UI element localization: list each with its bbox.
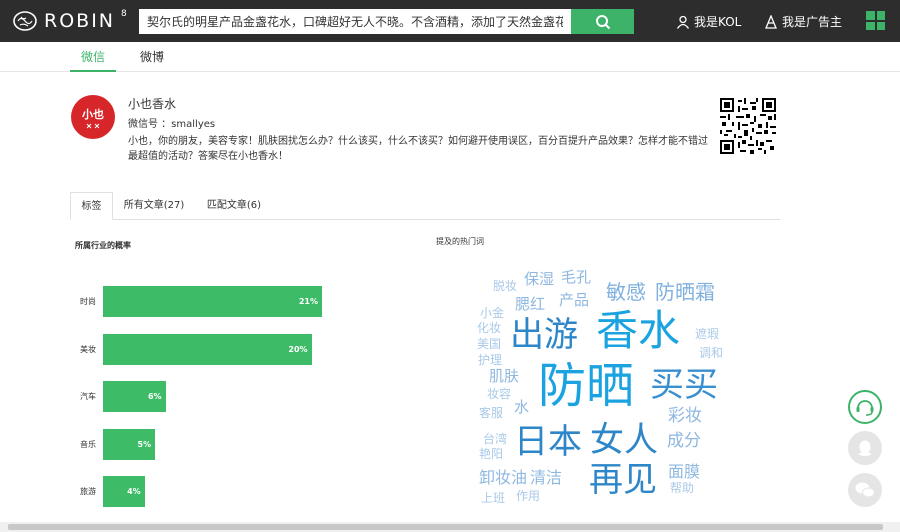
hot-word: 台湾 bbox=[483, 432, 508, 446]
hot-word: 客服 bbox=[479, 406, 504, 420]
profile-description: 小也，你的朋友，美容专家！肌肤困扰怎么办？什么该买，什么不该买？如何避开使用误区… bbox=[128, 136, 708, 162]
search-button[interactable] bbox=[571, 9, 634, 34]
bar-value: 6% bbox=[147, 392, 162, 401]
bar-label: 音乐 bbox=[80, 439, 96, 449]
kol-label: 我是KOL bbox=[694, 15, 742, 29]
bar-label: 时尚 bbox=[80, 297, 96, 306]
tab-wechat[interactable]: 微信 bbox=[70, 42, 116, 72]
wechat-icon bbox=[855, 482, 875, 498]
bar: 20% bbox=[103, 333, 312, 365]
avatar-text: 小也 bbox=[82, 107, 104, 121]
hot-word: 艳阳 bbox=[479, 447, 504, 461]
top-bar: ROBIN 8 我是KOL 我是广告主 bbox=[0, 0, 900, 42]
bar-label: 美妆 bbox=[80, 344, 96, 354]
hot-word: 美国 bbox=[477, 337, 502, 351]
bar-row: 美妆 20% bbox=[80, 333, 380, 366]
bar-row: 汽车 6% bbox=[80, 381, 380, 413]
hot-word: 买买 bbox=[650, 365, 718, 405]
qq-icon bbox=[859, 440, 871, 456]
hot-word: 日本 bbox=[514, 422, 582, 462]
horizontal-scrollbar[interactable] bbox=[0, 522, 900, 532]
bar: 6% bbox=[103, 381, 166, 412]
bar-value: 20% bbox=[288, 344, 308, 354]
avatar: 小也 bbox=[71, 95, 115, 139]
tab-tags[interactable]: 标签 bbox=[70, 192, 113, 220]
hot-word: 帮助 bbox=[670, 481, 695, 495]
avatar-mark-icon bbox=[86, 123, 100, 128]
hot-word: 毛孔 bbox=[561, 268, 592, 286]
robin-logo[interactable]: ROBIN 8 bbox=[12, 9, 127, 33]
hot-word: 出游 bbox=[510, 315, 578, 355]
search-icon bbox=[595, 14, 610, 29]
hot-word: 再见 bbox=[589, 460, 657, 500]
logo-superscript: 8 bbox=[121, 9, 127, 19]
hot-words-title: 提及的热门词 bbox=[436, 237, 484, 246]
hot-word: 腮红 bbox=[515, 295, 546, 313]
hot-word: 护理 bbox=[478, 353, 503, 367]
hot-word: 化妆 bbox=[477, 321, 502, 335]
bar-label: 汽车 bbox=[80, 392, 96, 401]
bar-value: 5% bbox=[137, 439, 152, 449]
bar-value: 4% bbox=[127, 487, 141, 496]
platform-nav: 微信 微博 bbox=[0, 42, 900, 72]
tab-weibo[interactable]: 微博 bbox=[131, 42, 173, 72]
bar-label: 旅游 bbox=[80, 487, 96, 496]
wechat-id: 微信号 ：smallyes bbox=[128, 119, 216, 130]
tab-matched-articles[interactable]: 匹配文章(6) bbox=[204, 192, 264, 220]
hot-word: 彩妆 bbox=[668, 406, 702, 426]
profile-name: 小也香水 bbox=[128, 97, 177, 111]
hot-word: 防晒 bbox=[538, 358, 635, 414]
hot-word: 成分 bbox=[667, 431, 701, 451]
hot-word: 调和 bbox=[699, 346, 724, 360]
user-icon bbox=[676, 15, 690, 29]
hot-word: 防晒霜 bbox=[655, 280, 715, 304]
qq-button[interactable] bbox=[848, 431, 882, 465]
hot-word: 产品 bbox=[559, 291, 590, 309]
apps-grid-icon[interactable] bbox=[866, 11, 885, 30]
kol-link[interactable]: 我是KOL bbox=[676, 13, 741, 30]
hot-word: 保湿 bbox=[524, 270, 555, 288]
headset-icon bbox=[856, 400, 874, 416]
advertiser-label: 我是广告主 bbox=[782, 15, 843, 29]
bar-row: 音乐 5% bbox=[80, 428, 380, 461]
bar-row: 旅游 4% bbox=[80, 476, 380, 508]
hot-word: 妆容 bbox=[487, 387, 512, 401]
search-input[interactable] bbox=[139, 9, 571, 34]
hot-word: 肌肤 bbox=[489, 367, 520, 385]
hot-word: 遮瑕 bbox=[695, 327, 720, 341]
hot-word: 香水 bbox=[596, 306, 681, 355]
hot-word: 女人 bbox=[590, 420, 658, 460]
bar-value: 21% bbox=[298, 297, 318, 306]
bar-row: 时尚 21% bbox=[80, 286, 380, 318]
hot-word: 上班 bbox=[481, 491, 506, 505]
hot-word: 小金 bbox=[480, 306, 505, 320]
tab-all-articles[interactable]: 所有文章(27) bbox=[122, 192, 186, 220]
advertiser-link[interactable]: 我是广告主 bbox=[764, 13, 842, 30]
qr-code-icon bbox=[720, 98, 776, 154]
hot-word: 清洁 bbox=[530, 468, 563, 487]
brain-logo-icon bbox=[13, 11, 37, 31]
logo-text: ROBIN bbox=[44, 10, 116, 32]
scrollbar-thumb[interactable] bbox=[8, 524, 883, 530]
advertiser-icon bbox=[765, 14, 777, 29]
hot-word: 敏感 bbox=[606, 280, 646, 304]
bar: 21% bbox=[103, 286, 322, 317]
content-tabs: 标签 所有文章(27) 匹配文章(6) bbox=[70, 192, 780, 220]
hot-word: 作用 bbox=[516, 489, 541, 503]
hot-word: 卸妆油 bbox=[479, 468, 528, 487]
bar: 5% bbox=[103, 428, 156, 460]
wechat-button[interactable] bbox=[848, 473, 882, 507]
hot-word: 脱妆 bbox=[493, 279, 518, 293]
contact-button[interactable] bbox=[848, 390, 882, 424]
hot-word: 面膜 bbox=[668, 462, 701, 481]
bar: 4% bbox=[103, 476, 145, 507]
industry-title: 所属行业的概率 bbox=[75, 241, 131, 250]
hot-word: 水 bbox=[514, 398, 530, 416]
